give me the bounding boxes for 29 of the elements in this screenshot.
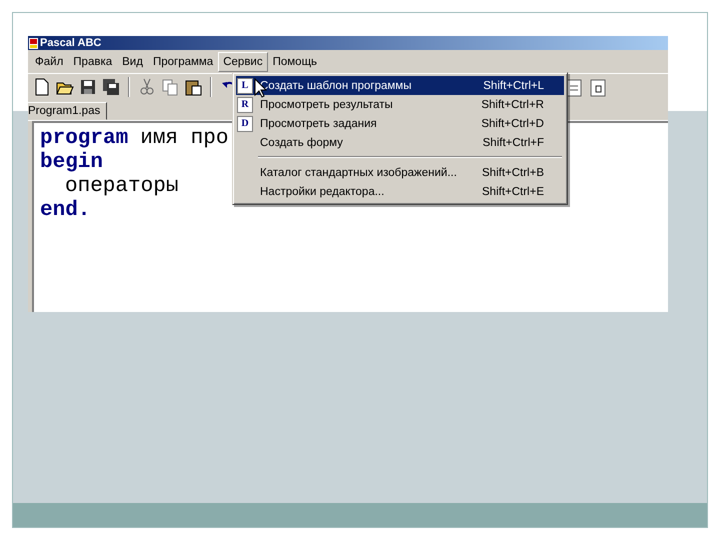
menu-item[interactable]: Сервис [218,52,268,72]
menu-option[interactable]: Настройки редактора... Shift+Ctrl+E [236,182,564,201]
document-icon: D [237,116,253,132]
menu-item[interactable]: Вид [117,52,148,72]
file-tab[interactable]: Program1.pas [28,102,108,120]
shortcut-text: Shift+Ctrl+E [482,186,544,198]
code-text: имя про [140,127,228,151]
shortcut-text: Shift+Ctrl+F [482,136,544,148]
menu-item[interactable]: Программа [148,52,218,72]
menu-option[interactable]: Каталог стандартных изображений... Shift+Ctrl+B [236,163,564,182]
code-text: операторы [65,175,178,199]
window-title: Pascal ABC [40,37,102,49]
app-icon [29,38,38,48]
document-icon[interactable] [588,78,608,98]
menu-option[interactable]: Создать форму Shift+Ctrl+F [236,133,564,152]
code-keyword: program [40,127,128,151]
menu-item[interactable]: Правка [68,52,118,72]
shortcut-text: Shift+Ctrl+B [482,166,544,178]
document-icon: L [237,78,253,94]
code-keyword: end. [40,199,90,223]
shortcut-text: Shift+Ctrl+R [481,98,544,110]
menu-item[interactable]: Помощь [268,52,322,72]
menu-option[interactable]: R Просмотреть результаты Shift+Ctrl+R [236,95,564,114]
save-all-icon[interactable] [101,77,121,97]
save-icon[interactable] [78,77,98,97]
code-keyword: begin [40,151,104,175]
document-icon: R [237,96,253,112]
shortcut-text: Shift+Ctrl+L [483,80,544,92]
menu-item[interactable]: Файл [30,52,68,72]
